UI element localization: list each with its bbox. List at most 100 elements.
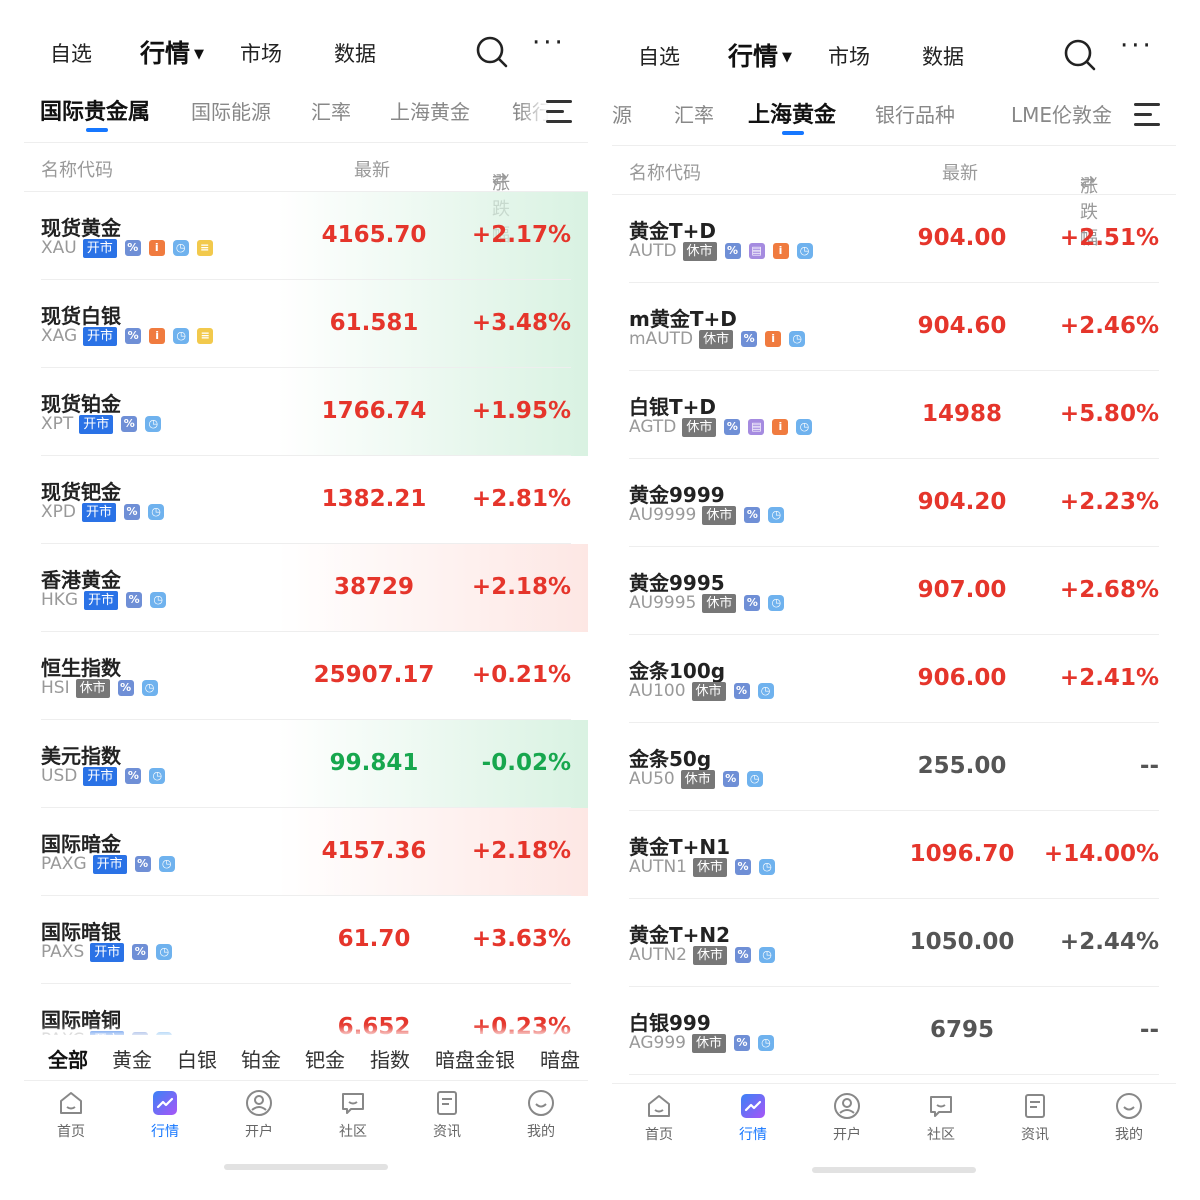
bottom-tab-market-chart[interactable]: 行情 [120,1089,210,1141]
active-tab-indicator [86,128,108,132]
status-badge: 休市 [691,1033,726,1053]
filter-chip[interactable]: 暗盘 [540,1044,580,1073]
bottom-tab-community[interactable]: 社区 [896,1092,986,1144]
latest-price: 6795 [929,1017,994,1043]
filter-chip[interactable]: 黄金 [112,1044,152,1073]
column-header: 名称代码 最新 涨跌幅 ⇄ [24,142,588,246]
quote-list: 黄金T+D AUTD 休市% ▤ i ◷ 904.00 +2.51% m黄金T+D mAUTD 休市… [612,195,1176,1075]
instrument-name: 香港黄金 [41,568,121,592]
tab-intl-energy-partial[interactable]: 源 [612,99,632,128]
tab-fx-rate[interactable]: 汇率 [311,96,351,125]
table-row[interactable]: 黄金T+D AUTD 休市% ▤ i ◷ 904.00 +2.51% [612,195,1176,283]
nav-watchlist[interactable]: 自选 [50,38,92,68]
latest-price: 14988 [921,401,1003,427]
instrument-code: HKG [41,590,79,610]
filter-chip[interactable]: 钯金 [305,1044,345,1073]
swap-icon[interactable]: ⇄ [492,169,507,190]
latest-price: 99.841 [329,750,419,776]
instrument-code-line: XPT 开市% ◷ [41,414,162,434]
tab-intl-precious-metals[interactable]: 国际贵金属 [40,94,150,126]
table-row[interactable]: 恒生指数 HSI 休市% ◷ 25907.17 +0.21% [24,632,588,720]
tab-lme-london-gold[interactable]: LME伦敦金 [1011,99,1112,128]
table-row[interactable]: m黄金T+D mAUTD 休市% i ◷ 904.60 +2.46% [612,283,1176,371]
column-header: 名称代码 最新 涨跌幅 ⇄ [612,145,1176,249]
table-row[interactable]: 黄金T+N2 AUTN2 休市% ◷ 1050.00 +2.44% [612,899,1176,987]
nav-quotes[interactable]: 行情 ▼ [140,34,204,70]
tab-bank-products[interactable]: 银行品种 [875,99,955,128]
table-row[interactable]: 现货钯金 XPD 开市% ◷ 1382.21 +2.81% [24,456,588,544]
table-row[interactable]: 香港黄金 HKG 开市% ◷ 38729 +2.18% [24,544,588,632]
bottom-tab-news[interactable]: 资讯 [402,1089,492,1141]
menu-icon[interactable] [1134,103,1164,129]
tab-shanghai-gold[interactable]: 上海黄金 [390,96,470,125]
percent-icon: % [744,595,761,611]
latest-price: 907.00 [917,577,1007,603]
table-row[interactable]: 国际暗银 PAXS 开市% ◷ 61.70 +3.63% [24,896,588,984]
nav-watchlist[interactable]: 自选 [638,41,680,71]
filter-chip[interactable]: 铂金 [241,1044,281,1073]
change-percent: +5.80% [1059,401,1159,427]
search-icon[interactable] [474,34,510,70]
table-row[interactable]: 金条100g AU100 休市% ◷ 906.00 +2.41% [612,635,1176,723]
change-percent: +2.51% [1059,225,1159,251]
bottom-tab-community[interactable]: 社区 [308,1089,398,1141]
filter-chip[interactable]: 指数 [370,1044,410,1073]
table-row[interactable]: 白银T+D AGTD 休市% ▤ i ◷ 14988 +5.80% [612,371,1176,459]
bottom-tab-profile-smile[interactable]: 我的 [496,1089,586,1141]
table-row[interactable]: 黄金9995 AU9995 休市% ◷ 907.00 +2.68% [612,547,1176,635]
menu-icon[interactable] [546,100,576,126]
change-percent: +14.00% [1043,841,1159,867]
nav-quotes[interactable]: 行情 ▼ [728,37,792,73]
nav-market[interactable]: 市场 [828,41,870,71]
bottom-tab-home[interactable]: 首页 [614,1092,704,1144]
bottom-tab-news[interactable]: 资讯 [990,1092,1080,1144]
table-row[interactable]: 国际暗金 PAXG 开市% ◷ 4157.36 +2.18% [24,808,588,896]
bottom-tab-open-account[interactable]: 开户 [214,1089,304,1141]
table-row[interactable]: 现货铂金 XPT 开市% ◷ 1766.74 +1.95% [24,368,588,456]
tab-shanghai-gold[interactable]: 上海黄金 [748,97,836,129]
more-icon[interactable]: ··· [1120,33,1156,63]
latest-price: 1050.00 [909,929,1015,955]
instrument-code-line: HKG 开市% ◷ [41,590,167,610]
clock-icon: ◷ [757,683,774,699]
tab-intl-energy[interactable]: 国际能源 [191,96,271,125]
percent-icon: % [125,768,142,784]
latest-price: 904.20 [917,489,1007,515]
instrument-code-line: USD 开市% ◷ [41,766,166,786]
table-row[interactable]: 现货黄金 XAU 开市% i ◷ ≡ 4165.70 +2.17% [24,192,588,280]
nav-data[interactable]: 数据 [922,41,964,71]
clock-icon: ◷ [789,331,806,347]
nav-market[interactable]: 市场 [240,38,282,68]
latest-price: 4157.36 [321,838,427,864]
home-indicator [224,1164,388,1170]
nav-data[interactable]: 数据 [334,38,376,68]
bottom-tab-home[interactable]: 首页 [26,1089,116,1141]
table-row[interactable]: 黄金9999 AU9999 休市% ◷ 904.20 +2.23% [612,459,1176,547]
home-indicator [812,1167,976,1173]
filter-chip[interactable]: 全部 [48,1044,88,1073]
bottom-tab-market-chart[interactable]: 行情 [708,1092,798,1144]
tab-fx-rate[interactable]: 汇率 [674,99,714,128]
table-row[interactable]: 国际暗铜PAXC开市%◷6.652+0.23% [24,984,588,1035]
table-row[interactable]: 金条50g AU50 休市% ◷ 255.00 -- [612,723,1176,811]
swap-icon[interactable]: ⇄ [1080,172,1095,193]
instrument-code: PAXS [41,942,85,962]
status-badge: 休市 [702,505,737,525]
filter-chip[interactable]: 暗盘金银 [435,1044,515,1073]
more-icon[interactable]: ··· [532,30,568,60]
instrument-code-line: XAU 开市% i ◷ ≡ [41,238,213,258]
filter-chip[interactable]: 白银 [177,1044,217,1073]
col-latest[interactable]: 最新 [354,156,390,182]
table-row[interactable]: 白银999 AG999 休市% ◷ 6795 -- [612,987,1176,1075]
table-row[interactable]: 黄金T+N1 AUTN1 休市% ◷ 1096.70 +14.00% [612,811,1176,899]
bottom-tab-profile-smile[interactable]: 我的 [1084,1092,1174,1144]
percent-icon: % [733,683,750,699]
home-icon [648,1095,670,1117]
search-icon[interactable] [1062,37,1098,73]
table-row[interactable]: 现货白银 XAG 开市% i ◷ ≡ 61.581 +3.48% [24,280,588,368]
col-latest[interactable]: 最新 [942,159,978,185]
instrument-name: 国际暗银 [41,920,121,944]
table-row[interactable]: 美元指数 USD 开市% ◷ 99.841 -0.02% [24,720,588,808]
percent-icon: % [125,328,142,344]
bottom-tab-open-account[interactable]: 开户 [802,1092,892,1144]
